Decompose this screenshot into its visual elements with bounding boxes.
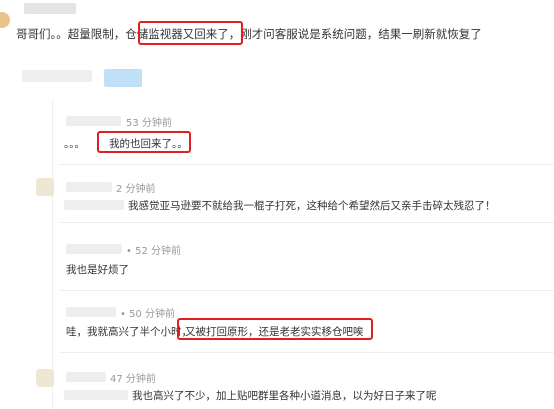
reply-3-text: 我也是好烦了: [66, 264, 129, 276]
main-post-highlight-box: [138, 21, 243, 45]
reply-3-username[interactable]: [66, 244, 122, 254]
reply-5-avatar[interactable]: [36, 369, 54, 387]
reply-1-text: 。。。: [64, 138, 85, 150]
reply-thread-line: [52, 100, 53, 409]
reply-3-time: • 52 分钟前: [126, 246, 181, 257]
reply-2-username[interactable]: [66, 182, 112, 192]
reply-5-mention: [64, 390, 128, 400]
poster-username[interactable]: [24, 3, 76, 14]
reply-4-time: • 50 分钟前: [120, 309, 175, 320]
reply-1-username[interactable]: [66, 116, 121, 126]
post-icon: [0, 12, 10, 28]
reply-2-time: 2 分钟前: [116, 184, 156, 195]
reply-2-mention: [64, 200, 124, 210]
reply-4-text: 哇，我就高兴了半个小时，: [66, 326, 192, 338]
reply-5-time: 47 分钟前: [110, 374, 156, 385]
main-post-text: 哥哥们。。超量限制，仓储监视器又回来了，刚才问客服说是系统问题，结果一刷新就恢复…: [16, 27, 482, 41]
reply-1-highlight-box: [97, 131, 191, 153]
reply-4-username[interactable]: [66, 307, 116, 317]
blue-tag: [104, 69, 142, 87]
reply-5-username[interactable]: [66, 372, 106, 382]
reply-1-time: 53 分钟前: [126, 118, 172, 129]
reply-4-highlight-box: [177, 318, 373, 340]
reply-2-text: 我感觉亚马逊要不就给我一棍子打死，这种给个希望然后又亲手击碎太残忍了！: [128, 200, 496, 212]
reply-header-blur: [22, 70, 92, 82]
reply-5-text: 我也高兴了不少，加上贴吧群里各种小道消息，以为好日子来了呢: [132, 390, 437, 402]
reply-2-avatar[interactable]: [36, 178, 54, 196]
